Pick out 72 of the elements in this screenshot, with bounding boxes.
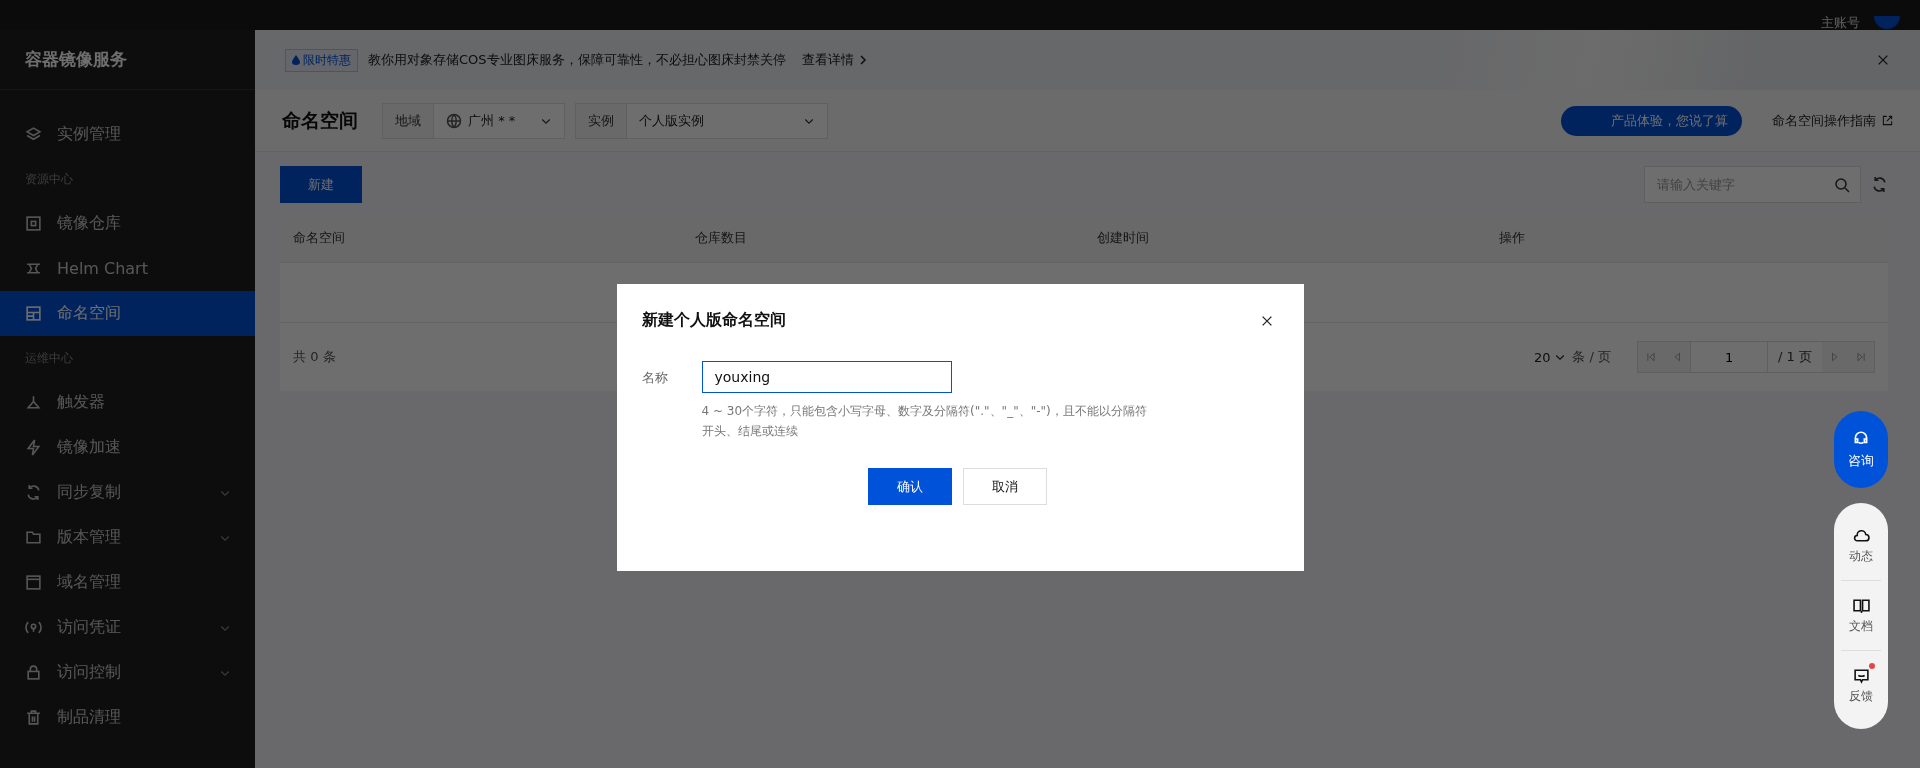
search-icon: [1834, 176, 1850, 193]
prev-page-icon: [1672, 352, 1683, 362]
helm-icon: [25, 260, 42, 277]
trash-icon: [25, 709, 42, 726]
page-total: / 1 页: [1777, 348, 1813, 366]
sidebar-item[interactable]: 镜像仓库: [0, 201, 255, 246]
sidebar-item[interactable]: 访问控制: [0, 650, 255, 695]
sidebar-item[interactable]: 命名空间: [0, 291, 255, 336]
sidebar-item[interactable]: 域名管理: [0, 560, 255, 605]
first-page-button[interactable]: [1638, 342, 1665, 372]
key-icon: [25, 619, 42, 636]
banner-text: 教你用对象存储COS专业图床服务，保障可靠性，不必担心图床封禁关停: [368, 51, 786, 69]
chevron-right-icon: [857, 55, 868, 65]
external-link-icon: [1882, 115, 1893, 126]
promo-tag-text: 限时特惠: [303, 51, 351, 69]
sidebar-item[interactable]: 镜像加速: [0, 425, 255, 470]
window-icon: [25, 574, 42, 591]
guide-link[interactable]: 命名空间操作指南: [1772, 111, 1893, 130]
pagination-control[interactable]: 1 / 1 页: [1637, 341, 1875, 373]
page-title: 命名空间: [282, 107, 358, 133]
prev-page-button[interactable]: [1664, 342, 1691, 372]
column-header: 仓库数目: [694, 229, 748, 247]
name-input-field[interactable]: youxing: [701, 361, 952, 393]
column-header: 操作: [1498, 229, 1526, 247]
field-hint: 4 ~ 30个字符，只能包含小写字母、数字及分隔符("."、"_"、"-")，且不能以分隔符开头、结尾或连续: [701, 403, 1148, 440]
new-button[interactable]: 新建: [280, 166, 362, 203]
per-page-label: 条 / 页: [1572, 348, 1612, 366]
tool-button[interactable]: 动态: [1841, 511, 1881, 581]
sidebar-item[interactable]: Helm Chart: [0, 246, 255, 291]
total-count: 共 0 条: [293, 348, 336, 366]
trigger-icon: [25, 394, 42, 411]
comment-icon: [1852, 667, 1870, 684]
sidebar-item[interactable]: 实例管理: [0, 112, 255, 157]
sidebar-item[interactable]: 同步复制: [0, 470, 255, 515]
refresh-icon: [1871, 176, 1888, 193]
sidebar-item[interactable]: 版本管理: [0, 515, 255, 560]
drop-icon: [292, 55, 300, 65]
feedback-promo-button[interactable]: 产品体验，您说了算: [1561, 105, 1742, 136]
close-icon: [1876, 53, 1890, 67]
sync-icon: [25, 484, 42, 501]
page-size-select[interactable]: 20: [1533, 349, 1567, 365]
page-input[interactable]: 1: [1690, 342, 1769, 372]
folder-icon: [25, 529, 42, 546]
sidebar-item[interactable]: 触发器: [0, 380, 255, 425]
tool-button[interactable]: 反馈: [1841, 651, 1881, 721]
instance-select[interactable]: 实例 个人版实例: [575, 102, 828, 139]
sidebar-item[interactable]: 制品清理: [0, 695, 255, 740]
field-label: 名称: [641, 369, 669, 387]
next-page-button[interactable]: [1822, 342, 1848, 372]
dialog-title: 新建个人版命名空间: [641, 310, 786, 331]
next-page-icon: [1830, 352, 1840, 362]
lock-icon: [25, 664, 42, 681]
globe-icon: [446, 112, 462, 129]
avatar-icon[interactable]: [1874, 16, 1900, 30]
lightning-icon: [25, 439, 42, 456]
notification-dot: [1869, 663, 1875, 669]
layers-icon: [25, 126, 42, 143]
tool-button[interactable]: 文档: [1841, 581, 1881, 651]
last-page-button[interactable]: [1848, 342, 1874, 372]
column-header: 创建时间: [1096, 229, 1150, 247]
column-header: 命名空间: [292, 229, 346, 247]
sidebar-item[interactable]: 访问凭证: [0, 605, 255, 650]
first-page-icon: [1646, 352, 1657, 362]
book-icon: [1852, 596, 1870, 614]
last-page-icon: [1856, 352, 1866, 362]
confirm-button[interactable]: 确认: [868, 468, 952, 505]
region-select[interactable]: 地域 广州 * *: [382, 102, 565, 139]
account-label[interactable]: 主账号: [1821, 16, 1860, 30]
cancel-button[interactable]: 取消: [963, 468, 1047, 505]
details-link[interactable]: 查看详情: [801, 51, 868, 69]
grid-icon: [25, 305, 42, 322]
square-icon: [25, 215, 42, 232]
